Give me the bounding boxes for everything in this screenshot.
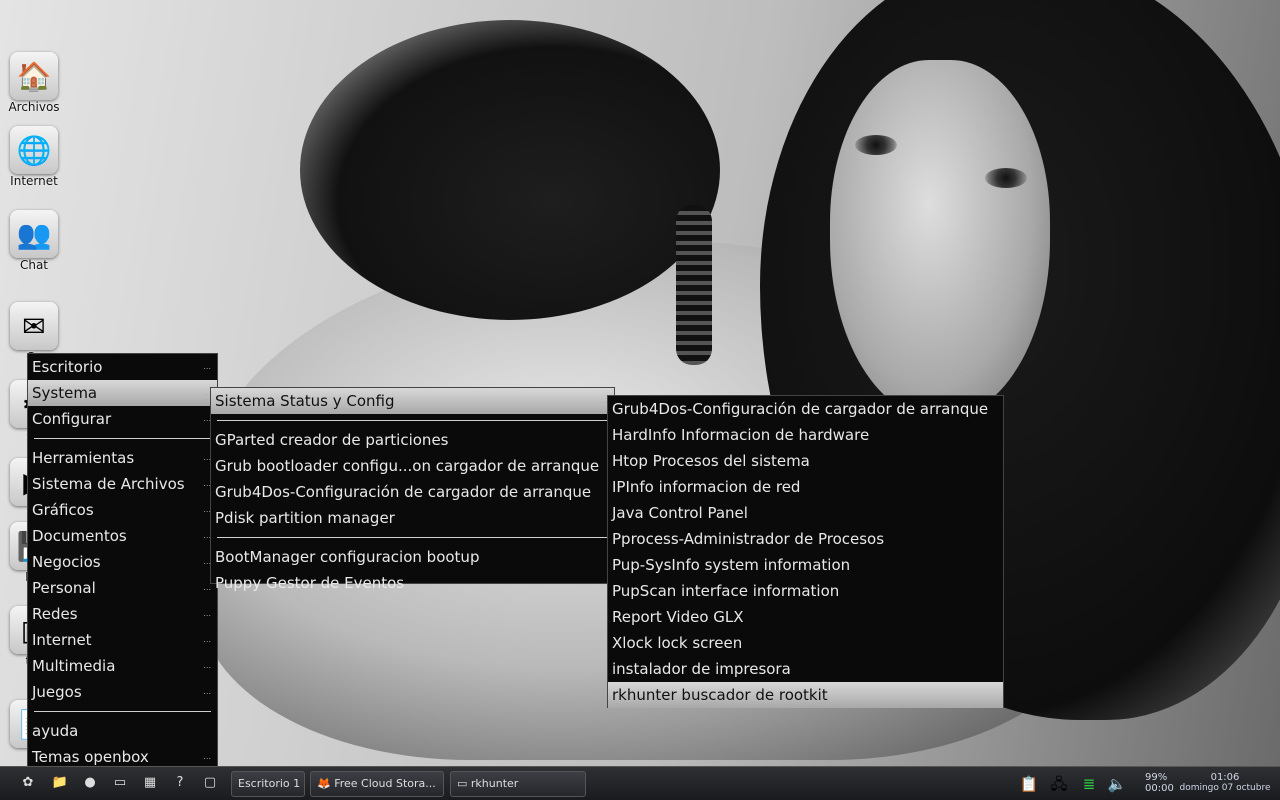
status-menu-item[interactable]: PupScan interface information (608, 578, 1003, 604)
main-menu-item[interactable]: Configurar (28, 406, 217, 432)
help-icon[interactable]: ? (170, 773, 190, 793)
main-menu-item[interactable]: Redes (28, 601, 217, 627)
main-menu-item[interactable]: Juegos (28, 679, 217, 705)
main-menu-item[interactable]: Negocios (28, 549, 217, 575)
battery-percent: 99% (1145, 772, 1168, 783)
firefox-icon: 🦊 (317, 777, 335, 790)
systema-submenu: Sistema Status y Config GParted creador d… (210, 387, 615, 592)
desktop-icon-2[interactable]: 👥 Chat (2, 210, 66, 272)
main-menu-item[interactable]: Multimedia (28, 653, 217, 679)
window-icon: ▭ (457, 777, 471, 790)
status-menu-item[interactable]: rkhunter buscador de rootkit (608, 682, 1003, 708)
menu-separator (34, 711, 211, 712)
main-menu-item[interactable]: Herramientas (28, 445, 217, 471)
calendar-icon[interactable]: ▦ (140, 773, 160, 793)
status-menu-item[interactable]: instalador de impresora (608, 656, 1003, 682)
systema-menu-item[interactable]: Sistema Status y Config (211, 388, 614, 414)
volume-icon[interactable]: 🔈 (1106, 773, 1128, 795)
folder-icon[interactable]: 📁 (50, 773, 70, 793)
status-menu-item[interactable]: Pprocess-Administrador de Procesos (608, 526, 1003, 552)
task-button[interactable]: ▭ rkhunter (450, 771, 586, 797)
task-button[interactable]: 🦊 Free Cloud Stora... (310, 771, 444, 797)
desktop-icon-label: Internet (10, 174, 58, 188)
status-menu-item[interactable]: IPInfo informacion de red (608, 474, 1003, 500)
status-menu-item[interactable]: Xlock lock screen (608, 630, 1003, 656)
network-icon[interactable]: 🖧 (1048, 773, 1070, 795)
status-menu-item[interactable]: Htop Procesos del sistema (608, 448, 1003, 474)
home-folder-icon: 🏠 (10, 52, 58, 100)
desktop-icon-label: Chat (19, 258, 49, 272)
clock-date: domingo 07 octubre (1179, 783, 1271, 793)
clock-time: 01:06 (1210, 772, 1240, 783)
clipboard-icon[interactable]: 📋 (1018, 773, 1040, 795)
menu-separator (217, 537, 608, 538)
systema-menu-item[interactable]: Pdisk partition manager (211, 505, 614, 531)
app-icon[interactable]: ▢ (200, 773, 220, 793)
main-menu-item[interactable]: Personal (28, 575, 217, 601)
workspace-button[interactable]: Escritorio 1 (231, 771, 305, 797)
menu-icon[interactable]: ✿ (18, 773, 38, 793)
main-menu-item[interactable]: Internet (28, 627, 217, 653)
desktop-icon-label: Archivos (8, 100, 60, 114)
status-menu-item[interactable]: HardInfo Informacion de hardware (608, 422, 1003, 448)
systema-menu-item[interactable]: Grub4Dos-Configuración de cargador de ar… (211, 479, 614, 505)
systema-menu-item[interactable]: Puppy Gestor de Eventos (211, 570, 614, 596)
desktop-icon-0[interactable]: 🏠 Archivos (2, 52, 66, 114)
browser-icon[interactable]: ● (80, 773, 100, 793)
desktop-icon-1[interactable]: 🌐 Internet (2, 126, 66, 188)
main-menu-item[interactable]: Sistema de Archivos (28, 471, 217, 497)
status-submenu: Grub4Dos-Configuración de cargador de ar… (607, 395, 1004, 708)
globe-icon: 🌐 (10, 126, 58, 174)
main-menu-item[interactable]: Systema (28, 380, 217, 406)
battery-time: 00:00 (1145, 783, 1174, 794)
window-icon[interactable]: ▭ (110, 773, 130, 793)
main-menu-item[interactable]: Documentos (28, 523, 217, 549)
taskbar: ✿ 📁 ● ▭ ▦? ▢ Escritorio 1 🦊 Free Cloud Stora.… (0, 766, 1280, 800)
status-menu-item[interactable]: Report Video GLX (608, 604, 1003, 630)
main-menu: EscritorioSystemaConfigurar HerramientasS… (27, 353, 218, 796)
main-menu-item[interactable]: ayuda (28, 718, 217, 744)
mail-icon: ✉ (10, 302, 58, 350)
systema-menu-item[interactable]: GParted creador de particiones (211, 427, 614, 453)
task-label: rkhunter (470, 777, 519, 790)
status-menu-item[interactable]: Grub4Dos-Configuración de cargador de ar… (608, 396, 1003, 422)
main-menu-item[interactable]: Escritorio (28, 354, 217, 380)
storage-icon[interactable]: ≣ (1078, 773, 1100, 795)
chat-users-icon: 👥 (10, 210, 58, 258)
status-menu-item[interactable]: Java Control Panel (608, 500, 1003, 526)
menu-separator (217, 420, 608, 421)
status-menu-item[interactable]: Pup-SysInfo system information (608, 552, 1003, 578)
clock[interactable]: 01:06 domingo 07 octubre (1175, 772, 1275, 794)
systema-menu-item[interactable]: Grub bootloader configu...on cargador de… (211, 453, 614, 479)
systema-menu-item[interactable]: BootManager configuracion bootup (211, 544, 614, 570)
task-label: Free Cloud Stora... (334, 777, 436, 790)
menu-separator (34, 438, 211, 439)
battery-indicator[interactable]: 99% 00:00 (1145, 772, 1174, 794)
main-menu-item[interactable]: Gráficos (28, 497, 217, 523)
